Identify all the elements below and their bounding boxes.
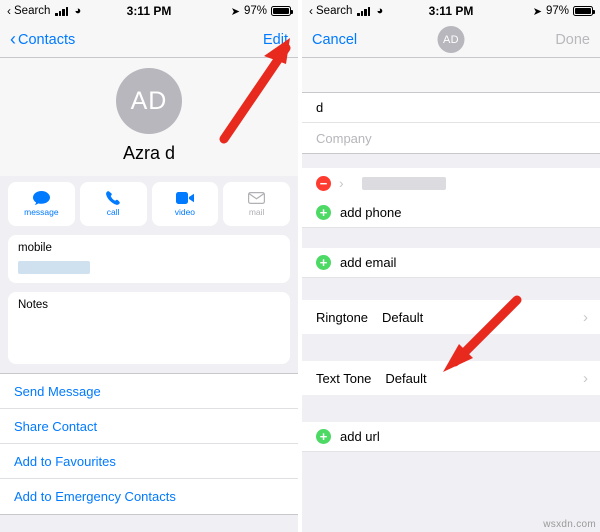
mail-button[interactable]: mail	[223, 182, 290, 226]
last-name-field[interactable]: d	[302, 93, 600, 123]
phone-card[interactable]: mobile	[8, 235, 290, 283]
watermark: wsxdn.com	[543, 519, 596, 530]
message-bubble-icon	[32, 191, 50, 205]
cellular-signal-icon-right	[357, 6, 371, 16]
chevron-right-icon-texttone[interactable]: ›	[583, 370, 588, 387]
edit-avatar-band	[302, 58, 600, 92]
video-label: video	[174, 207, 196, 217]
mail-label: mail	[248, 207, 265, 217]
envelope-icon	[248, 191, 266, 205]
chevron-right-icon-ringtone[interactable]: ›	[583, 309, 588, 326]
location-arrow-icon-right: ➤	[532, 5, 542, 18]
battery-icon-right	[573, 6, 595, 16]
nav-bar-left: ‹ Contacts Edit	[0, 22, 298, 58]
status-bar-left-group: ‹ Search ◕	[7, 5, 81, 17]
add-to-favourites-row[interactable]: Add to Favourites	[0, 444, 298, 479]
wifi-icon: ◕	[74, 4, 82, 17]
message-label: message	[24, 207, 59, 217]
edit-button[interactable]: Edit	[263, 32, 288, 48]
add-email-label: add email	[340, 255, 397, 270]
cellular-signal-icon	[55, 6, 69, 16]
phone-value-redacted	[361, 176, 446, 190]
battery-icon	[271, 6, 293, 16]
company-placeholder: Company	[316, 130, 372, 146]
status-search-label: Search	[14, 5, 51, 17]
status-search-label-right: Search	[316, 5, 353, 17]
chevron-left-icon: ‹	[10, 28, 16, 49]
plus-circle-icon-url[interactable]: +	[316, 429, 331, 444]
phone-label: mobile	[18, 242, 52, 254]
plus-circle-icon-email[interactable]: +	[316, 255, 331, 270]
add-email-row[interactable]: + add email	[302, 248, 600, 278]
call-label: call	[106, 207, 120, 217]
contact-actions-list: Send Message Share Contact Add to Favour…	[0, 373, 298, 515]
video-button[interactable]: video	[151, 182, 219, 226]
name-fields-group: d Company	[302, 92, 600, 154]
send-message-row[interactable]: Send Message	[0, 374, 298, 409]
phone-number-redacted	[18, 261, 90, 274]
contact-header: AD Azra d	[0, 58, 298, 176]
add-to-emergency-contacts-row[interactable]: Add to Emergency Contacts	[0, 479, 298, 514]
status-back-arrow-icon-right: ‹	[309, 4, 313, 18]
cancel-button[interactable]: Cancel	[312, 32, 357, 48]
video-camera-icon	[175, 191, 194, 205]
battery-percent: 97%	[243, 5, 267, 17]
spacer-4	[302, 334, 600, 361]
status-bar-left-group-right: ‹ Search ◕	[309, 5, 383, 17]
done-button[interactable]: Done	[555, 32, 590, 48]
ringtone-row[interactable]: Ringtone Default ›	[302, 300, 600, 334]
text-tone-label: Text Tone	[316, 370, 372, 386]
phone-entry-row[interactable]: − ›	[302, 168, 600, 198]
ringtone-label: Ringtone	[316, 309, 369, 325]
location-arrow-icon: ➤	[230, 5, 240, 18]
text-tone-row[interactable]: Text Tone Default ›	[302, 361, 600, 395]
notes-card[interactable]: Notes	[8, 292, 290, 364]
avatar-small[interactable]: AD	[437, 26, 465, 53]
company-field[interactable]: Company	[302, 123, 600, 153]
spacer-3	[302, 278, 600, 300]
status-back-arrow-icon: ‹	[7, 4, 11, 18]
ringtone-value: Default	[382, 309, 424, 325]
status-bar-right: ‹ Search ◕ 3:11 PM ➤ 97%	[302, 0, 600, 22]
plus-circle-icon-phone[interactable]: +	[316, 205, 331, 220]
contact-edit-screen: ‹ Search ◕ 3:11 PM ➤ 97% Cancel AD Done …	[302, 0, 600, 532]
battery-percent-right: 97%	[545, 5, 569, 17]
minus-circle-icon[interactable]: −	[316, 175, 331, 191]
share-contact-row[interactable]: Share Contact	[0, 409, 298, 444]
notes-label: Notes	[18, 299, 49, 311]
spacer-5	[302, 395, 600, 422]
add-url-row[interactable]: + add url	[302, 422, 600, 452]
add-phone-label: add phone	[340, 205, 402, 220]
chevron-right-icon-phone[interactable]: ›	[339, 175, 344, 191]
nav-bar-right: Cancel AD Done	[302, 22, 600, 58]
last-name-value: d	[316, 100, 324, 115]
action-button-row: message call video mail	[0, 176, 298, 226]
wifi-icon-right: ◕	[376, 4, 384, 17]
message-button[interactable]: message	[8, 182, 75, 226]
spacer-1	[302, 154, 600, 168]
back-to-contacts-button[interactable]: ‹ Contacts	[10, 28, 76, 49]
status-bar-left: ‹ Search ◕ 3:11 PM ➤ 97%	[0, 0, 298, 22]
status-bar-right-group: ➤ 97%	[230, 5, 293, 18]
contact-detail-screen: ‹ Search ◕ 3:11 PM ➤ 97% ‹ Contacts Edit…	[0, 0, 298, 532]
back-label: Contacts	[18, 31, 76, 48]
text-tone-value: Default	[385, 370, 427, 386]
phone-icon	[104, 191, 122, 205]
contact-name: Azra d	[122, 143, 176, 163]
spacer-2	[302, 228, 600, 248]
add-phone-row[interactable]: + add phone	[302, 198, 600, 228]
add-url-label: add url	[340, 429, 380, 444]
call-button[interactable]: call	[79, 182, 147, 226]
avatar[interactable]: AD	[116, 68, 182, 134]
status-bar-right-group-right: ➤ 97%	[532, 5, 595, 18]
